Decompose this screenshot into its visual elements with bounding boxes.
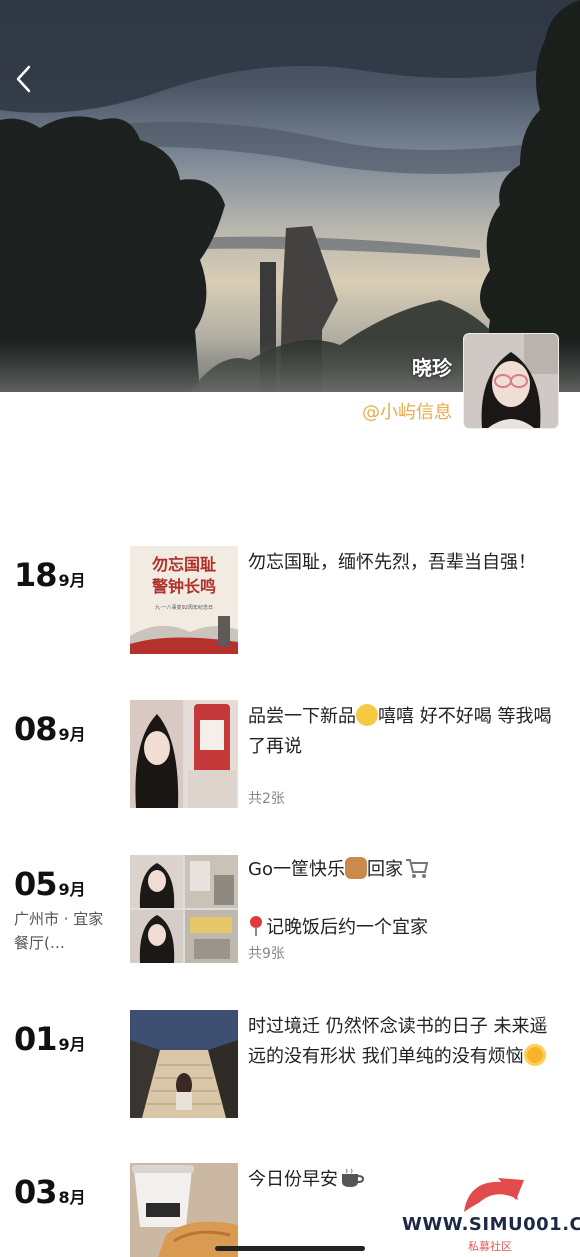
post-text: 勿忘国耻，缅怀先烈，吾辈当自强！ [248, 552, 536, 573]
post-text-part: 品尝一下新品 [248, 706, 356, 727]
post-text: Go一筐快乐 回家 记晚饭后约一个宜家 [248, 855, 560, 943]
svg-text:警钟长鸣: 警钟长鸣 [151, 577, 216, 596]
post-location[interactable]: 广州市 · 宜家餐厅(… [14, 907, 114, 955]
post-month: 8月 [58, 1188, 86, 1207]
post-text: 时过境迁 仍然怀念读书的日子 未来遥远的没有形状 我们单纯的没有烦恼 [248, 1012, 560, 1072]
post-day: 18 [14, 556, 58, 594]
post-day: 05 [14, 865, 58, 903]
chevron-left-icon [16, 65, 31, 93]
post-text-part: 今日份早安 [248, 1169, 338, 1190]
post-text-line: 记晚饭后约一个宜家 [248, 913, 560, 943]
post-item[interactable]: 05 9月 广州市 · 宜家餐厅(… Go一筐快乐 回家 记晚饭后约一个宜家 共9… [0, 855, 580, 967]
post-date: 05 9月 [14, 865, 86, 903]
post-thumbnail[interactable] [130, 1010, 238, 1118]
poster-image: 勿忘国耻 警钟长鸣 九·一八事变92周年纪念日 [130, 546, 238, 654]
profile-name: 晓珍 [412, 356, 452, 380]
teddy-bear-icon [344, 857, 367, 879]
photo-count: 共2张 [248, 791, 285, 807]
post-item[interactable]: 08 9月 品尝一下新品 嘻嘻 好不好喝 等我喝了再说 共2张 [0, 700, 580, 812]
post-month: 9月 [58, 880, 86, 899]
back-button[interactable] [14, 64, 46, 104]
post-thumbnail[interactable] [130, 1163, 238, 1257]
svg-text:九·一八事变92周年纪念日: 九·一八事变92周年纪念日 [155, 604, 213, 611]
post-month: 9月 [58, 571, 86, 590]
post-thumbnail[interactable]: 勿忘国耻 警钟长鸣 九·一八事变92周年纪念日 [130, 546, 238, 654]
avatar-photo [464, 334, 558, 428]
svg-text:勿忘国耻: 勿忘国耻 [151, 555, 216, 574]
home-indicator [215, 1246, 365, 1251]
post-date: 03 8月 [14, 1173, 86, 1211]
post-month: 9月 [58, 725, 86, 744]
post-month: 9月 [58, 1035, 86, 1054]
profile-handle[interactable]: @小屿信息 [362, 398, 452, 424]
post-thumbnail[interactable] [130, 700, 238, 808]
avatar[interactable] [463, 333, 559, 429]
watermark-subtext: 私募社区 [468, 1240, 512, 1253]
stairs-photo [130, 1010, 238, 1118]
post-text-line: Go一筐快乐 回家 [248, 855, 560, 885]
post-text-part: 回家 [366, 859, 403, 880]
shopping-cart-icon [405, 859, 429, 878]
location-pin-icon [250, 916, 262, 936]
post-thumbnail[interactable] [130, 855, 238, 963]
post-text: 品尝一下新品 嘻嘻 好不好喝 等我喝了再说 [248, 702, 560, 762]
post-text-part: Go一筐快乐 [248, 859, 345, 880]
watermark-logo [464, 1178, 524, 1212]
post-date: 18 9月 [14, 556, 86, 594]
post-day: 01 [14, 1020, 58, 1058]
coffee-photo [130, 1163, 238, 1257]
post-item[interactable]: 18 9月 勿忘国耻 警钟长鸣 九·一八事变92周年纪念日 勿忘国耻，缅怀先烈，… [0, 546, 580, 658]
watermark: WWW.SIMU001.CN 私募社区 [402, 1168, 580, 1257]
photo-grid-2 [130, 700, 238, 808]
post-text-part: 记晚饭后约一个宜家 [266, 917, 428, 938]
photo-grid-4 [130, 855, 238, 963]
post-text-part: 时过境迁 仍然怀念读书的日子 未来遥远的没有形状 我们单纯的没有烦恼 [248, 1016, 548, 1067]
coffee-cup-icon [342, 1168, 365, 1187]
post-item[interactable]: 01 9月 时过境迁 仍然怀念读书的日子 未来遥远的没有形状 我们单纯的没有烦恼 [0, 1010, 580, 1122]
post-day: 08 [14, 710, 58, 748]
post-day: 03 [14, 1173, 58, 1211]
photo-count: 共9张 [248, 946, 285, 962]
thinking-face-icon [356, 704, 378, 726]
sun-icon [523, 1044, 546, 1066]
post-date: 01 9月 [14, 1020, 86, 1058]
post-date: 08 9月 [14, 710, 86, 748]
watermark-text: WWW.SIMU001.CN [402, 1214, 580, 1235]
